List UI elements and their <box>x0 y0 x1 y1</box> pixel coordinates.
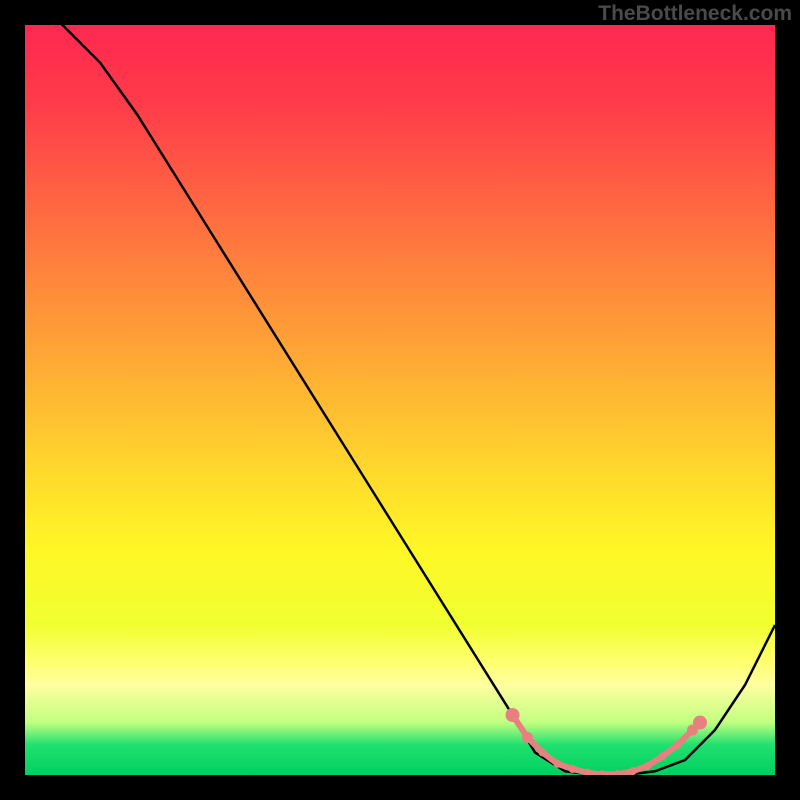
plot-area <box>25 25 775 775</box>
highlight-point <box>599 770 607 775</box>
highlight-point <box>539 749 547 757</box>
highlight-point <box>522 732 533 743</box>
main-curve-line <box>25 25 775 775</box>
highlight-point <box>569 765 577 773</box>
highlight-point <box>506 708 520 722</box>
highlight-point <box>659 752 667 760</box>
chart-svg <box>25 25 775 775</box>
highlight-point <box>674 741 682 749</box>
highlight-point <box>693 716 707 730</box>
watermark-text: TheBottleneck.com <box>598 2 792 26</box>
chart-container: TheBottleneck.com <box>0 0 800 800</box>
highlight-point <box>629 767 637 775</box>
highlight-point <box>554 760 562 768</box>
highlight-point <box>644 762 652 770</box>
